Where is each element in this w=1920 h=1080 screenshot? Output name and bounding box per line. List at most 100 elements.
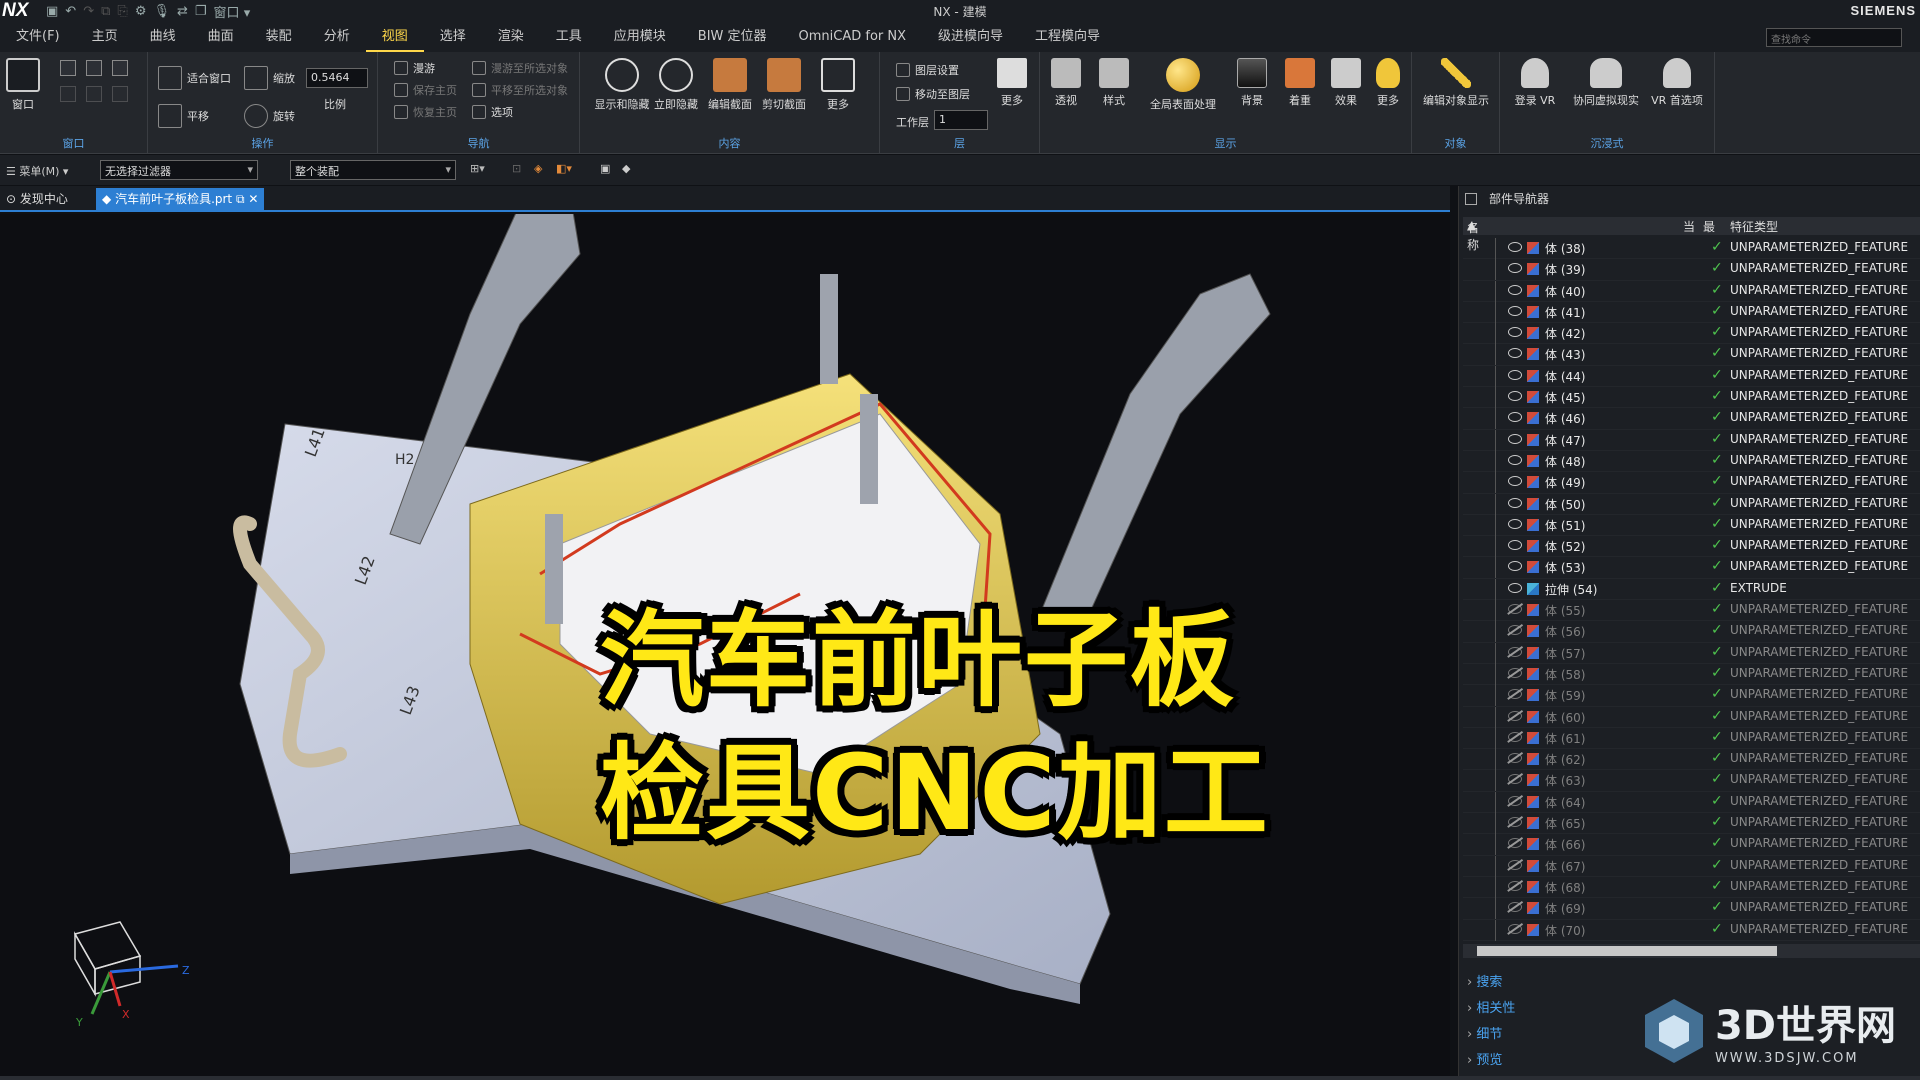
zoom-scale-input[interactable]: 0.5464 xyxy=(306,68,368,88)
visibility-eye-icon[interactable] xyxy=(1508,604,1522,615)
visibility-eye-icon[interactable] xyxy=(1508,369,1522,380)
table-row[interactable]: 体 (52) ✓ UNPARAMETERIZED_FEATURE xyxy=(1463,536,1920,558)
visibility-eye-icon[interactable] xyxy=(1508,795,1522,806)
visibility-eye-icon[interactable] xyxy=(1508,497,1522,508)
visibility-eye-icon[interactable] xyxy=(1508,710,1522,721)
zoom-button[interactable]: 缩放 xyxy=(244,66,295,90)
edit-section-button[interactable]: 编辑截面 xyxy=(702,58,758,112)
tab-file[interactable]: 文件(F) xyxy=(0,22,76,52)
table-row[interactable]: 体 (53) ✓ UNPARAMETERIZED_FEATURE xyxy=(1463,557,1920,579)
three-views-icon[interactable] xyxy=(86,86,102,102)
navigator-toggle-checkbox[interactable] xyxy=(1465,193,1477,205)
pan-to-selected-button[interactable]: 平移至所选对象 xyxy=(472,82,568,98)
table-row[interactable]: 体 (61) ✓ UNPARAMETERIZED_FEATURE xyxy=(1463,727,1920,750)
command-search-input[interactable]: 查找命令 xyxy=(1766,28,1902,47)
visibility-eye-icon[interactable] xyxy=(1508,263,1522,274)
tab-engineering-die[interactable]: 工程模向导 xyxy=(1019,22,1116,52)
restore-home-button[interactable]: 恢复主页 xyxy=(394,104,457,120)
visibility-eye-icon[interactable] xyxy=(1508,667,1522,678)
horizontal-views-icon[interactable] xyxy=(112,60,128,76)
window-menu[interactable]: 窗口 ▾ xyxy=(214,2,251,21)
table-row[interactable]: 体 (56) ✓ UNPARAMETERIZED_FEATURE xyxy=(1463,621,1920,643)
tab-render[interactable]: 渲染 xyxy=(482,22,540,52)
table-row[interactable]: 体 (42) ✓ UNPARAMETERIZED_FEATURE xyxy=(1463,323,1920,345)
visibility-eye-icon[interactable] xyxy=(1508,242,1522,252)
save-home-button[interactable]: 保存主页 xyxy=(394,82,457,98)
undo-icon[interactable]: ↶ xyxy=(65,4,76,19)
part-file-tab[interactable]: ◆ 汽车前叶子板检具.prt ⧉ ✕ xyxy=(96,188,265,210)
table-row[interactable]: 体 (39) ✓ UNPARAMETERIZED_FEATURE xyxy=(1463,259,1920,281)
table-row[interactable]: 体 (70) ✓ UNPARAMETERIZED_FEATURE xyxy=(1463,919,1920,941)
table-row[interactable]: 体 (45) ✓ UNPARAMETERIZED_FEATURE xyxy=(1463,387,1920,409)
display-more-button[interactable]: 更多 xyxy=(1366,58,1410,108)
visibility-eye-icon[interactable] xyxy=(1508,774,1522,785)
visibility-eye-icon[interactable] xyxy=(1508,454,1522,465)
table-row[interactable]: 体 (69) ✓ UNPARAMETERIZED_FEATURE xyxy=(1463,898,1920,920)
table-row[interactable]: 体 (44) ✓ UNPARAMETERIZED_FEATURE xyxy=(1463,365,1920,388)
section-preview[interactable]: 预览 xyxy=(1467,1049,1502,1068)
table-row[interactable]: 体 (65) ✓ UNPARAMETERIZED_FEATURE xyxy=(1463,813,1920,835)
visibility-eye-icon[interactable] xyxy=(1508,391,1522,402)
content-more-button[interactable]: 更多 xyxy=(810,58,866,112)
tab-curve[interactable]: 曲线 xyxy=(134,22,192,52)
view-triad[interactable]: Z X Y xyxy=(73,921,190,1029)
settings-icon[interactable]: ⚙ xyxy=(135,4,147,19)
background-button[interactable]: 背景 xyxy=(1230,58,1274,108)
paste-icon[interactable]: ⎘ xyxy=(117,4,127,19)
visibility-eye-icon[interactable] xyxy=(1508,540,1522,551)
graphics-window[interactable]: L41 H2 L42 L43 Z X Y 汽车前叶子板 检具CNC加工 xyxy=(0,214,1450,1076)
pan-button[interactable]: 平移 xyxy=(158,104,209,128)
visibility-eye-icon[interactable] xyxy=(1508,348,1522,359)
two-views-icon[interactable] xyxy=(86,60,102,76)
table-row[interactable]: 体 (48) ✓ UNPARAMETERIZED_FEATURE xyxy=(1463,450,1920,473)
walk-to-selected-button[interactable]: 漫游至所选对象 xyxy=(472,60,568,76)
tab-assembly[interactable]: 装配 xyxy=(250,22,308,52)
visibility-eye-icon[interactable] xyxy=(1508,518,1522,529)
window-button[interactable]: 窗口 xyxy=(0,58,46,112)
tab-progressive-die[interactable]: 级进模向导 xyxy=(922,22,1019,52)
select-feature-icon[interactable]: ◧▾ xyxy=(556,162,572,175)
save-icon[interactable]: ▣ xyxy=(46,4,58,19)
discover-center-tab[interactable]: ⊙ 发现中心 xyxy=(0,188,74,210)
select-icon[interactable]: ⊡ xyxy=(512,162,521,175)
visibility-eye-icon[interactable] xyxy=(1508,582,1522,593)
checking-fixture-model[interactable]: L41 H2 L42 L43 Z X Y xyxy=(0,214,1450,1076)
table-row[interactable]: 体 (46) ✓ UNPARAMETERIZED_FEATURE xyxy=(1463,408,1920,430)
visibility-eye-icon[interactable] xyxy=(1508,902,1522,913)
visibility-eye-icon[interactable] xyxy=(1508,731,1522,742)
table-row[interactable]: 体 (64) ✓ UNPARAMETERIZED_FEATURE xyxy=(1463,791,1920,814)
tab-applications[interactable]: 应用模块 xyxy=(598,22,682,52)
visibility-eye-icon[interactable] xyxy=(1508,433,1522,444)
visibility-eye-icon[interactable] xyxy=(1508,817,1522,828)
table-row[interactable]: 体 (38) ✓ UNPARAMETERIZED_FEATURE xyxy=(1463,238,1920,260)
style-button[interactable]: 样式 xyxy=(1092,58,1136,108)
visibility-eye-icon[interactable] xyxy=(1508,412,1522,423)
table-row[interactable]: 体 (60) ✓ UNPARAMETERIZED_FEATURE xyxy=(1463,706,1920,728)
walk-button[interactable]: 漫游 xyxy=(394,60,435,76)
table-row[interactable]: 体 (57) ✓ UNPARAMETERIZED_FEATURE xyxy=(1463,642,1920,664)
six-views-icon[interactable] xyxy=(112,86,128,102)
collab-vr-button[interactable]: 协同虚拟现实 xyxy=(1568,58,1644,108)
tab-tools[interactable]: 工具 xyxy=(540,22,598,52)
visibility-eye-icon[interactable] xyxy=(1508,476,1522,487)
table-row[interactable]: 体 (68) ✓ UNPARAMETERIZED_FEATURE xyxy=(1463,876,1920,899)
navigator-horizontal-scrollbar[interactable] xyxy=(1463,944,1920,958)
table-row[interactable]: 体 (51) ✓ UNPARAMETERIZED_FEATURE xyxy=(1463,514,1920,537)
switch-window-icon[interactable]: ❐ xyxy=(195,4,207,19)
visibility-eye-icon[interactable] xyxy=(1508,859,1522,870)
tab-view[interactable]: 视图 xyxy=(365,22,424,52)
section-dependencies[interactable]: 相关性 xyxy=(1467,997,1515,1016)
layer-settings-button[interactable]: 图层设置 xyxy=(896,62,959,78)
fit-window-button[interactable]: 适合窗口 xyxy=(158,66,231,90)
section-search[interactable]: 搜索 xyxy=(1467,971,1502,990)
tab-home[interactable]: 主页 xyxy=(76,22,134,52)
table-row[interactable]: 体 (62) ✓ UNPARAMETERIZED_FEATURE xyxy=(1463,749,1920,771)
edit-object-display-button[interactable]: 编辑对象显示 xyxy=(1416,58,1496,108)
col-name[interactable]: 名称 ▲ xyxy=(1467,218,1479,252)
clip-section-button[interactable]: 剪切截面 xyxy=(756,58,812,112)
type-filter-select[interactable]: 无选择过滤器 xyxy=(100,160,258,180)
visibility-eye-icon[interactable] xyxy=(1508,284,1522,295)
table-row[interactable]: 体 (58) ✓ UNPARAMETERIZED_FEATURE xyxy=(1463,663,1920,686)
visibility-eye-icon[interactable] xyxy=(1508,561,1522,572)
options-button[interactable]: 选项 xyxy=(472,104,513,120)
